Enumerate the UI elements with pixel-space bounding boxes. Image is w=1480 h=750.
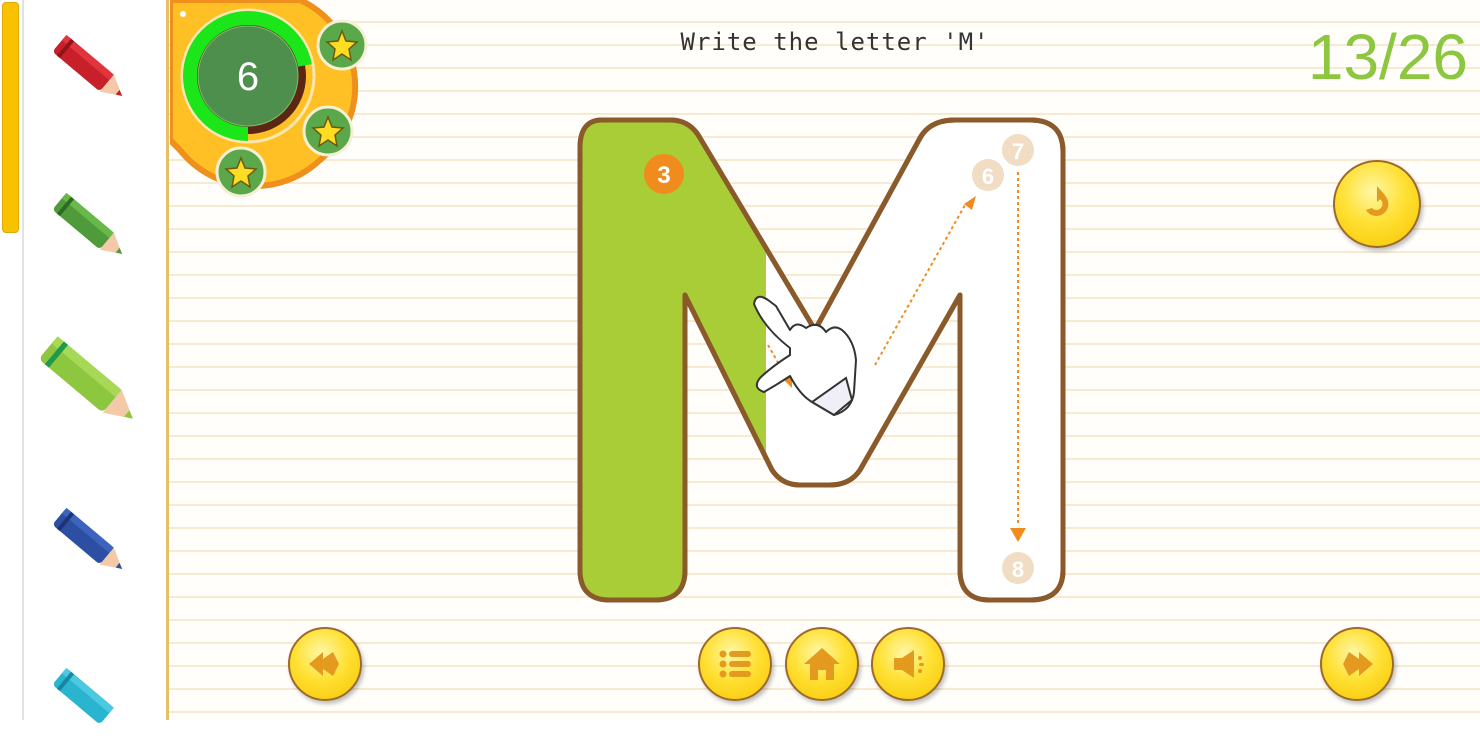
instruction-text: Write the letter 'M' (680, 28, 990, 56)
arrow-right-icon (1343, 652, 1373, 676)
step-marker: 6 (972, 159, 1004, 191)
speaker-icon (894, 650, 924, 678)
color-picker-sidebar (0, 0, 166, 723)
home-button[interactable] (785, 627, 859, 701)
progress-counter: 13/26 (1307, 21, 1468, 93)
replay-button[interactable] (1333, 160, 1421, 248)
arrow-left-icon (309, 652, 339, 676)
star-icon (316, 19, 368, 71)
sound-button[interactable] (871, 627, 945, 701)
step-marker-current: 3 (644, 154, 684, 194)
pencil-light-green-selected[interactable] (22, 318, 157, 448)
letter-tracing-canvas[interactable]: 3 6 7 8 (560, 100, 1080, 620)
star-icon (302, 105, 354, 157)
pencil-blue[interactable] (40, 495, 140, 590)
svg-text:8: 8 (1012, 557, 1024, 582)
star-icon (215, 146, 267, 198)
step-marker: 8 (1002, 552, 1034, 584)
score-value: 6 (237, 55, 259, 99)
pencil-red[interactable] (40, 22, 140, 117)
replay-icon (1366, 186, 1389, 216)
score-timer-badge: 6 (170, 0, 368, 198)
home-icon (804, 648, 840, 680)
svg-text:6: 6 (982, 164, 994, 189)
pencil-cyan[interactable] (40, 655, 140, 750)
traced-fill (580, 120, 766, 600)
list-icon (719, 650, 751, 678)
step-marker: 7 (1002, 134, 1034, 166)
menu-list-button[interactable] (698, 627, 772, 701)
sidebar-scrollbar-thumb[interactable] (2, 2, 19, 233)
svg-text:3: 3 (657, 162, 670, 189)
svg-text:7: 7 (1012, 139, 1024, 164)
pencil-dark-green[interactable] (40, 180, 140, 275)
next-button[interactable] (1320, 627, 1394, 701)
previous-button[interactable] (288, 627, 362, 701)
